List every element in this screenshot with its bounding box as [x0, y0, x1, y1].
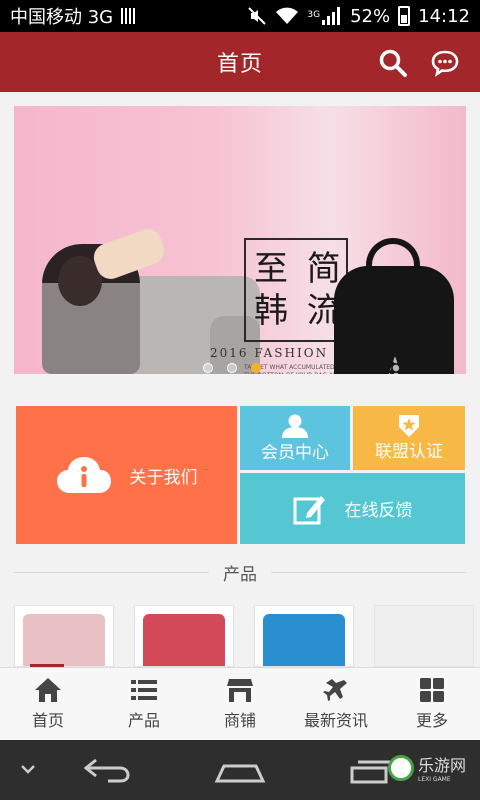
- mute-icon: [248, 7, 267, 25]
- watermark-text-group: 乐游网 LEXI GAME: [418, 752, 466, 783]
- product-image: [143, 614, 225, 666]
- edit-icon: [293, 495, 325, 524]
- status-right: 3G 52% 14:12: [247, 6, 470, 27]
- page-title: 首页: [216, 52, 263, 77]
- store-icon: [227, 679, 253, 702]
- chevron-down-icon[interactable]: [18, 762, 38, 778]
- backpack-image: [334, 266, 454, 374]
- online-feedback-label: 在线反馈: [344, 501, 413, 521]
- product-card[interactable]: [254, 605, 354, 667]
- product-image: [263, 614, 345, 666]
- message-icon[interactable]: [430, 48, 460, 78]
- watermark-subtext: LEXI GAME: [418, 776, 451, 783]
- badge-star-icon: [399, 414, 419, 437]
- grid-icon: [420, 678, 444, 702]
- member-center-label: 会员中心: [261, 442, 329, 463]
- clock: 14:12: [418, 5, 470, 27]
- list-icon: [131, 680, 157, 700]
- tab-news[interactable]: 最新资讯: [288, 668, 384, 740]
- member-center-tile[interactable]: 会员中心: [240, 406, 350, 470]
- alliance-certification-tile[interactable]: 联盟认证: [353, 406, 465, 470]
- status-bar: 中国移动 3G 3G 52% 14:12: [0, 0, 480, 32]
- tab-products[interactable]: 产品: [96, 668, 192, 740]
- network-type-label: 3G: [307, 9, 321, 20]
- tab-more-label: 更多: [415, 711, 448, 730]
- about-us-label: 关于我们: [129, 467, 198, 488]
- alliance-certification-label: 联盟认证: [375, 441, 443, 462]
- news-icon: [323, 679, 347, 701]
- back-icon[interactable]: [82, 756, 132, 784]
- home-icon: [35, 678, 61, 702]
- watermark-text: 乐游网: [418, 756, 467, 775]
- product-card[interactable]: [374, 605, 474, 667]
- online-feedback-tile[interactable]: 在线反馈: [240, 473, 465, 544]
- tab-stores-label: 商铺: [223, 711, 256, 730]
- tab-products-label: 产品: [127, 711, 160, 730]
- carrier-label: 中国移动 3G: [10, 7, 114, 28]
- user-icon: [282, 414, 308, 438]
- battery-percent: 52%: [350, 5, 391, 27]
- signal-icon: [322, 7, 342, 25]
- sim-signal-icon: [121, 8, 136, 24]
- section-title: 产品: [223, 564, 257, 585]
- wifi-icon: [276, 7, 299, 24]
- banner-pagination: [203, 363, 261, 373]
- divider-line: [271, 571, 466, 573]
- product-list: [14, 605, 480, 667]
- tab-home[interactable]: 首页: [0, 668, 96, 740]
- pagination-dot[interactable]: [227, 363, 237, 373]
- search-icon[interactable]: [378, 48, 408, 78]
- watermark: 乐游网 LEXI GAME: [388, 752, 466, 783]
- divider-line: [14, 571, 209, 573]
- bottom-tab-bar: 首页 产品 商铺 最新资讯 更多: [0, 667, 480, 740]
- home-button-icon[interactable]: [214, 756, 266, 784]
- about-us-tile[interactable]: 关于我们: [16, 406, 237, 544]
- app-header: 首页: [0, 32, 480, 92]
- tab-stores[interactable]: 商铺: [192, 668, 288, 740]
- tab-more[interactable]: 更多: [384, 668, 480, 740]
- info-cloud-icon: [56, 457, 111, 493]
- slogan-line-1: 至 简: [254, 249, 345, 289]
- promo-banner[interactable]: 至 简 韩 流 2016 FASHION STYLE TARGET WHAT A…: [14, 106, 466, 374]
- battery-icon: [398, 6, 411, 26]
- tab-news-label: 最新资讯: [303, 711, 368, 730]
- products-section-header: 产品: [14, 560, 466, 585]
- app-screen: 中国移动 3G 3G 52% 14:12 首页 至 简 韩 流 2016 FAS…: [0, 0, 480, 800]
- product-card[interactable]: [134, 605, 234, 667]
- product-image: [23, 614, 105, 666]
- tab-home-label: 首页: [31, 711, 64, 730]
- product-card[interactable]: [14, 605, 114, 667]
- watermark-logo-icon: [388, 754, 414, 781]
- pagination-dot-active[interactable]: [251, 363, 261, 373]
- recent-apps-icon[interactable]: [350, 758, 390, 784]
- pagination-dot[interactable]: [203, 363, 213, 373]
